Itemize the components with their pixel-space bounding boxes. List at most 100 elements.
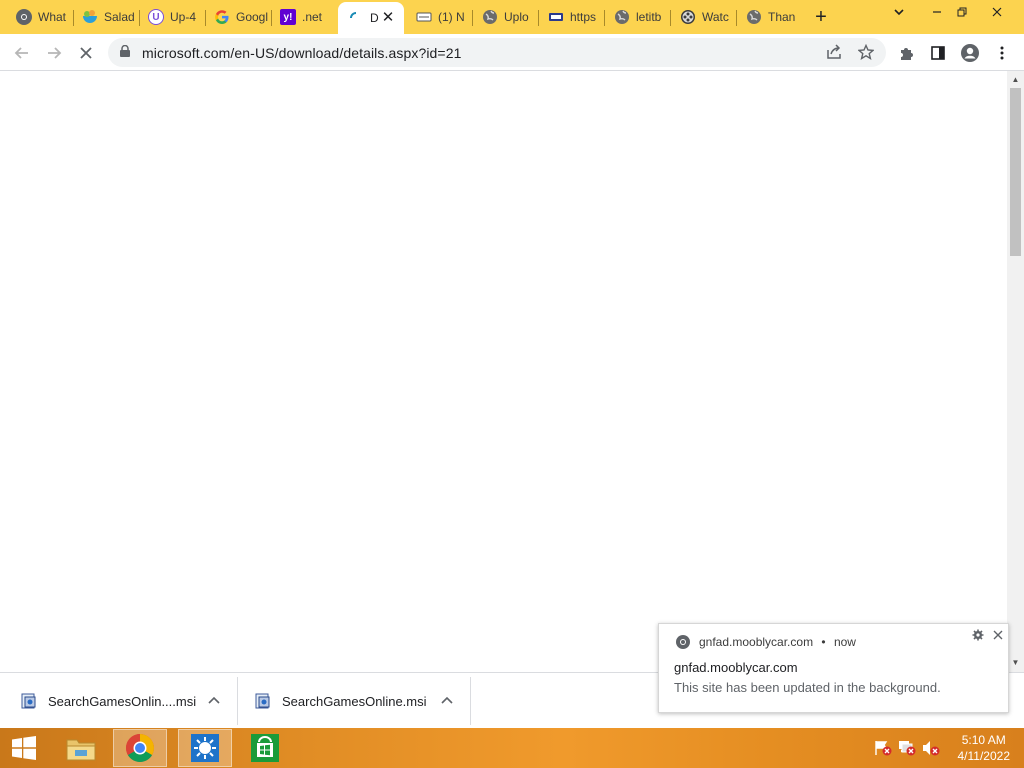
forward-icon[interactable] bbox=[42, 41, 66, 65]
site-icon bbox=[548, 9, 564, 25]
tab-12[interactable]: Than bbox=[738, 4, 800, 30]
windows-logo-icon bbox=[12, 736, 36, 760]
profile-avatar-icon[interactable] bbox=[958, 41, 982, 65]
address-bar[interactable]: microsoft.com/en-US/download/details.asp… bbox=[108, 38, 886, 67]
folder-icon bbox=[66, 739, 96, 761]
tab-4[interactable]: Google bbox=[206, 4, 268, 30]
notification-time: now bbox=[833, 635, 856, 649]
tab-title: letitb bbox=[636, 10, 662, 24]
new-tab-icon[interactable]: + bbox=[810, 6, 832, 28]
side-panel-icon[interactable] bbox=[926, 41, 950, 65]
tab-title: https bbox=[570, 10, 597, 24]
tab-11[interactable]: Watc bbox=[672, 4, 734, 30]
globe-icon bbox=[746, 9, 762, 25]
globe-icon bbox=[482, 9, 498, 25]
store-icon bbox=[251, 734, 279, 762]
taskbar-store[interactable] bbox=[238, 729, 292, 767]
lock-icon[interactable] bbox=[120, 45, 130, 57]
start-button[interactable] bbox=[0, 729, 48, 767]
menu-icon[interactable] bbox=[990, 41, 1014, 65]
salad-icon bbox=[82, 9, 98, 25]
tab-title: What bbox=[38, 10, 67, 24]
tab-7[interactable]: (1) N bbox=[408, 4, 470, 30]
tab-3[interactable]: U Up-4 bbox=[140, 4, 202, 30]
close-window-icon[interactable] bbox=[985, 4, 1009, 24]
sun-app-icon bbox=[191, 734, 219, 762]
chrome-icon bbox=[676, 635, 690, 649]
tab-title: Than bbox=[768, 10, 796, 24]
scrollbar-thumb[interactable] bbox=[1010, 88, 1021, 256]
tab-title: .net bbox=[302, 10, 323, 24]
tab-title: Google bbox=[236, 10, 268, 24]
vertical-scrollbar[interactable]: ▲ ▼ bbox=[1007, 71, 1024, 672]
chevron-up-icon[interactable] bbox=[439, 693, 455, 709]
minimize-icon[interactable] bbox=[925, 4, 949, 24]
taskbar-file-explorer[interactable] bbox=[54, 729, 108, 767]
yahoo-icon: y! bbox=[280, 9, 296, 25]
notification-body: This site has been updated in the backgr… bbox=[674, 680, 941, 695]
notification-separator: • bbox=[821, 635, 826, 649]
chrome-icon bbox=[126, 734, 154, 762]
flag-alert-icon[interactable] bbox=[874, 740, 892, 756]
stop-loading-icon[interactable] bbox=[74, 41, 98, 65]
google-icon bbox=[214, 9, 230, 25]
page-content bbox=[0, 71, 1007, 672]
divider bbox=[470, 677, 471, 725]
divider bbox=[237, 677, 238, 725]
reel-icon bbox=[680, 9, 696, 25]
scroll-down-icon[interactable]: ▼ bbox=[1011, 658, 1020, 667]
tab-1[interactable]: What bbox=[8, 4, 70, 30]
system-clock[interactable]: 5:10 AM 4/11/2022 bbox=[958, 732, 1011, 764]
tab-separator bbox=[538, 10, 539, 26]
tab-6-active[interactable]: D ✕ bbox=[338, 2, 404, 34]
chrome-icon bbox=[16, 9, 32, 25]
notification-origin: gnfad.mooblycar.com bbox=[699, 635, 814, 649]
network-icon[interactable] bbox=[898, 740, 916, 756]
tab-separator bbox=[472, 10, 473, 26]
tab-title: Salad bbox=[104, 10, 135, 24]
volume-muted-icon[interactable] bbox=[922, 740, 940, 756]
taskbar: 5:10 AM 4/11/2022 bbox=[0, 728, 1024, 768]
tab-strip: What Salad U Up-4 Google y! .net D ✕ (1)… bbox=[0, 0, 1024, 34]
restore-icon[interactable] bbox=[950, 4, 974, 24]
settings-gear-icon[interactable] bbox=[972, 629, 984, 641]
clock-date: 4/11/2022 bbox=[957, 749, 1011, 763]
download-item[interactable]: SearchGamesOnline.msi bbox=[254, 679, 464, 723]
tab-separator bbox=[670, 10, 671, 26]
close-tab-icon[interactable]: ✕ bbox=[380, 10, 396, 26]
loading-spinner-icon bbox=[348, 10, 364, 26]
taskbar-chrome[interactable] bbox=[113, 729, 167, 767]
notification-source: gnfad.mooblycar.com • now bbox=[699, 635, 856, 649]
page-icon bbox=[416, 9, 432, 25]
msi-file-icon bbox=[21, 693, 36, 709]
bookmark-star-icon[interactable] bbox=[854, 40, 878, 64]
tab-10[interactable]: letitb bbox=[606, 4, 668, 30]
tab-9[interactable]: https bbox=[540, 4, 602, 30]
tab-title: (1) N bbox=[438, 10, 465, 24]
download-filename: SearchGamesOnlin....msi bbox=[48, 693, 197, 709]
notification-title: gnfad.mooblycar.com bbox=[674, 660, 798, 675]
chevron-up-icon[interactable] bbox=[206, 693, 222, 709]
clock-time: 5:10 AM bbox=[961, 733, 1006, 747]
download-item[interactable]: SearchGamesOnlin....msi bbox=[20, 679, 232, 723]
download-filename: SearchGamesOnline.msi bbox=[282, 693, 427, 709]
browser-toolbar: microsoft.com/en-US/download/details.asp… bbox=[0, 34, 1024, 71]
msi-file-icon bbox=[255, 693, 270, 709]
close-icon[interactable] bbox=[992, 629, 1004, 641]
tab-separator bbox=[736, 10, 737, 26]
extensions-icon[interactable] bbox=[894, 41, 918, 65]
tab-5[interactable]: y! .net bbox=[272, 4, 334, 30]
url-text[interactable]: microsoft.com/en-US/download/details.asp… bbox=[142, 45, 461, 61]
share-icon[interactable] bbox=[822, 40, 846, 64]
tab-separator bbox=[604, 10, 605, 26]
tab-2[interactable]: Salad bbox=[74, 4, 136, 30]
globe-icon bbox=[614, 9, 630, 25]
tab-8[interactable]: Uplo bbox=[474, 4, 536, 30]
taskbar-app-blue[interactable] bbox=[178, 729, 232, 767]
tab-title: Watc bbox=[702, 10, 729, 24]
tab-search-icon[interactable] bbox=[887, 4, 911, 24]
site-notification[interactable]: gnfad.mooblycar.com • now gnfad.mooblyca… bbox=[658, 623, 1009, 713]
back-icon[interactable] bbox=[10, 41, 34, 65]
scroll-up-icon[interactable]: ▲ bbox=[1011, 75, 1020, 84]
u-icon: U bbox=[148, 9, 164, 25]
